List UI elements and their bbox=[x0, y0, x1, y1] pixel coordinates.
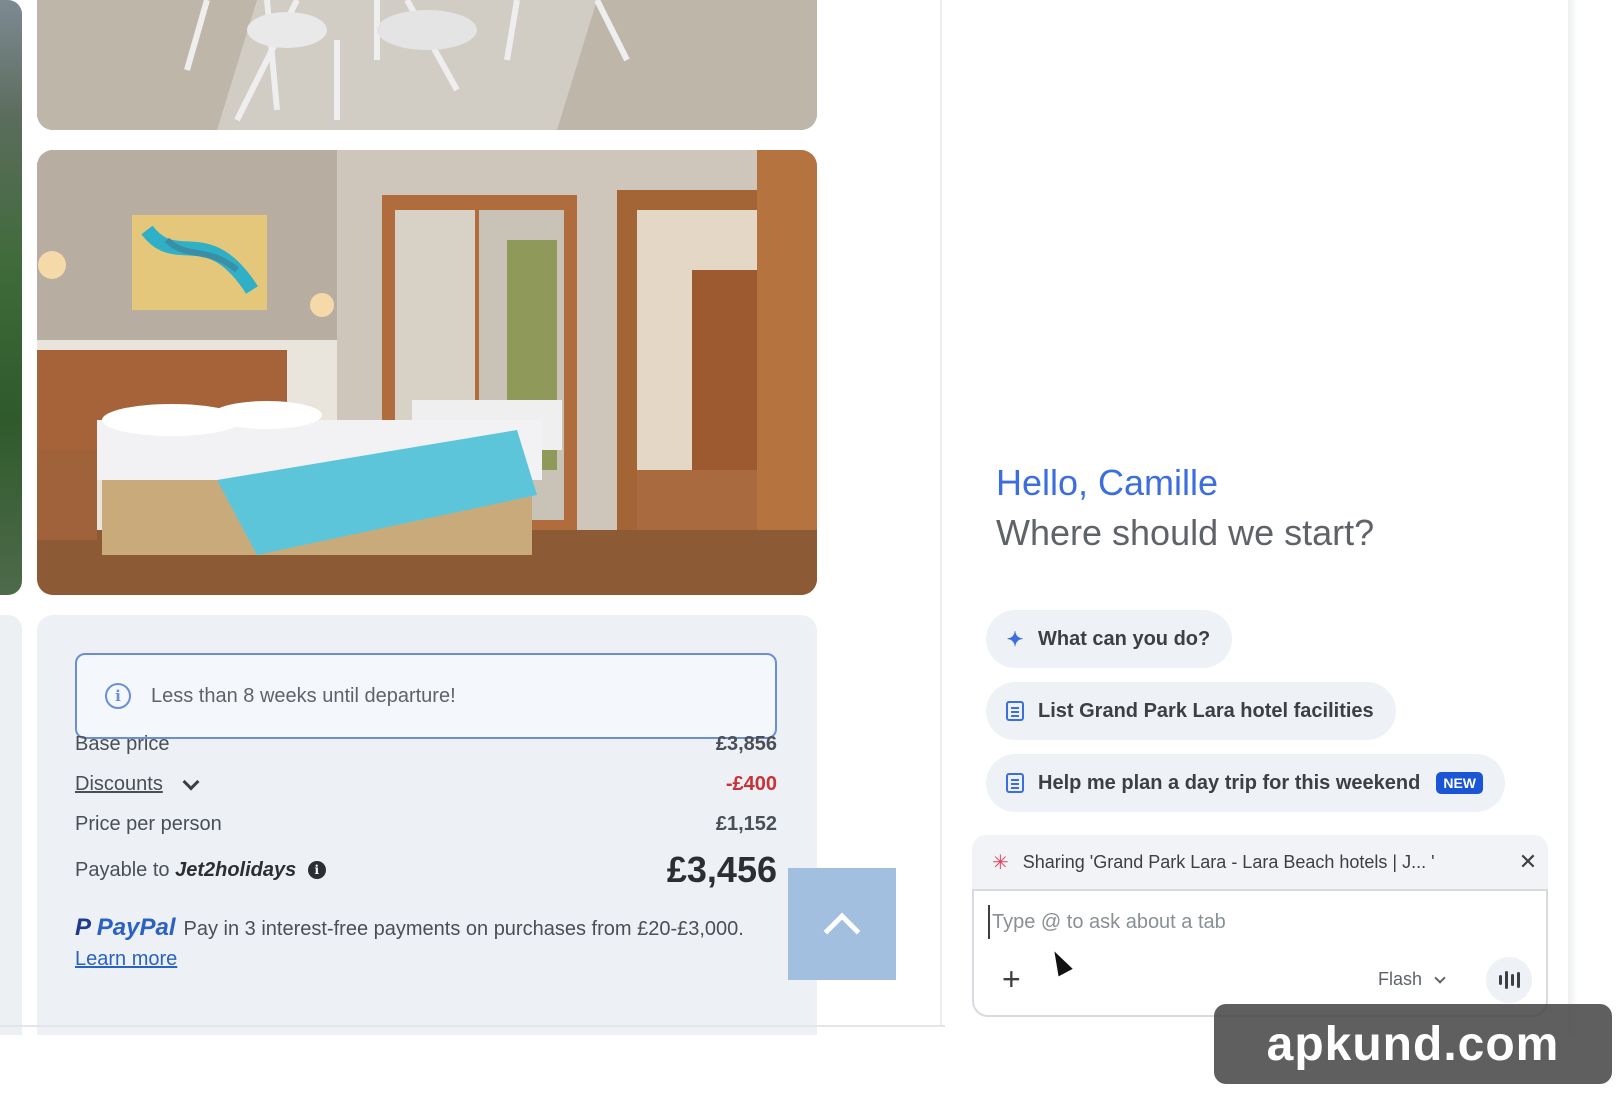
brand-info-icon[interactable]: i bbox=[307, 860, 326, 879]
model-name: Flash bbox=[1378, 969, 1423, 989]
learn-more-link[interactable]: Learn more bbox=[75, 948, 177, 970]
payable-row: Payable to Jet2holidays i £3,456 bbox=[75, 849, 777, 891]
price-per-person-value: £1,152 bbox=[715, 813, 777, 835]
chip-label: Help me plan a day trip for this weekend bbox=[1038, 771, 1421, 794]
sharing-text: Sharing 'Grand Park Lara - Lara Beach ho… bbox=[1022, 851, 1435, 872]
payable-label-group: Payable to Jet2holidays i bbox=[75, 859, 326, 882]
price-per-person-row: Price per person £1,152 bbox=[75, 813, 777, 836]
bedroom-illustration bbox=[37, 150, 817, 595]
payable-label: Payable to bbox=[75, 858, 170, 881]
doc-sparkle-icon bbox=[1004, 700, 1026, 722]
page-bottom-edge bbox=[0, 1025, 945, 1027]
total-price: £3,456 bbox=[666, 849, 777, 890]
chevron-down-icon bbox=[182, 773, 200, 790]
paypal-text: Pay in 3 interest-free payments on purch… bbox=[183, 918, 744, 940]
sparkle-icon: ✦ bbox=[1006, 628, 1024, 651]
chip-label: List Grand Park Lara hotel facilities bbox=[1038, 699, 1374, 722]
voice-input-button[interactable] bbox=[1486, 957, 1532, 1003]
doc-sparkle-icon bbox=[1004, 772, 1026, 794]
previous-photo-edge bbox=[0, 0, 22, 595]
base-price-label: Base price bbox=[75, 733, 170, 755]
new-badge: NEW bbox=[1436, 772, 1483, 794]
previous-card-edge bbox=[0, 615, 22, 1035]
price-summary-card: i Less than 8 weeks until departure! Bas… bbox=[37, 615, 817, 1035]
hotel-photo-dining[interactable] bbox=[37, 0, 817, 130]
base-price-value: £3,856 bbox=[715, 733, 777, 755]
assistant-greeting: Hello, Camille bbox=[996, 462, 1219, 503]
info-icon: i bbox=[105, 683, 131, 709]
chevron-down-icon bbox=[1434, 971, 1446, 984]
alert-text: Less than 8 weeks until departure! bbox=[151, 684, 456, 707]
chip-label: What can you do? bbox=[1038, 627, 1211, 650]
discounts-value: -£400 bbox=[725, 773, 777, 795]
discounts-label: Discounts bbox=[75, 773, 163, 795]
prompt-input[interactable] bbox=[988, 905, 1528, 939]
watermark: apkund.com bbox=[1214, 1004, 1612, 1084]
paypal-offer: P PayPal Pay in 3 interest-free payments … bbox=[75, 913, 777, 974]
departure-alert: i Less than 8 weeks until departure! bbox=[75, 653, 777, 739]
site-favicon-icon: ✳ bbox=[992, 851, 1009, 874]
price-per-person-label: Price per person bbox=[75, 813, 222, 835]
paypal-logo: P PayPal bbox=[75, 914, 176, 941]
model-selector[interactable]: Flash bbox=[1378, 969, 1446, 990]
hotel-photo-bedroom[interactable] bbox=[37, 150, 817, 595]
dining-area-illustration bbox=[37, 0, 817, 130]
add-attachment-button[interactable]: + bbox=[1002, 963, 1021, 995]
suggestion-chip-what-can-you-do[interactable]: ✦ What can you do? bbox=[986, 610, 1233, 668]
suggestion-chip-hotel-facilities[interactable]: List Grand Park Lara hotel facilities bbox=[986, 682, 1396, 740]
assistant-subtitle: Where should we start? bbox=[996, 512, 1375, 553]
close-icon[interactable]: ✕ bbox=[1508, 849, 1548, 875]
panel-divider bbox=[940, 0, 942, 1025]
sharing-tab-bar: ✳ Sharing 'Grand Park Lara - Lara Beach … bbox=[972, 835, 1548, 889]
scroll-to-top-button[interactable] bbox=[788, 868, 896, 980]
chevron-up-icon bbox=[823, 912, 861, 950]
suggestion-chip-day-trip[interactable]: Help me plan a day trip for this weekend… bbox=[986, 754, 1505, 812]
payable-brand: Jet2holidays bbox=[175, 858, 297, 881]
discounts-row: Discounts -£400 bbox=[75, 773, 777, 796]
base-price-row: Base price £3,856 bbox=[75, 733, 777, 756]
discounts-toggle[interactable]: Discounts bbox=[75, 773, 200, 796]
assistant-panel-shadow bbox=[1568, 0, 1578, 1035]
